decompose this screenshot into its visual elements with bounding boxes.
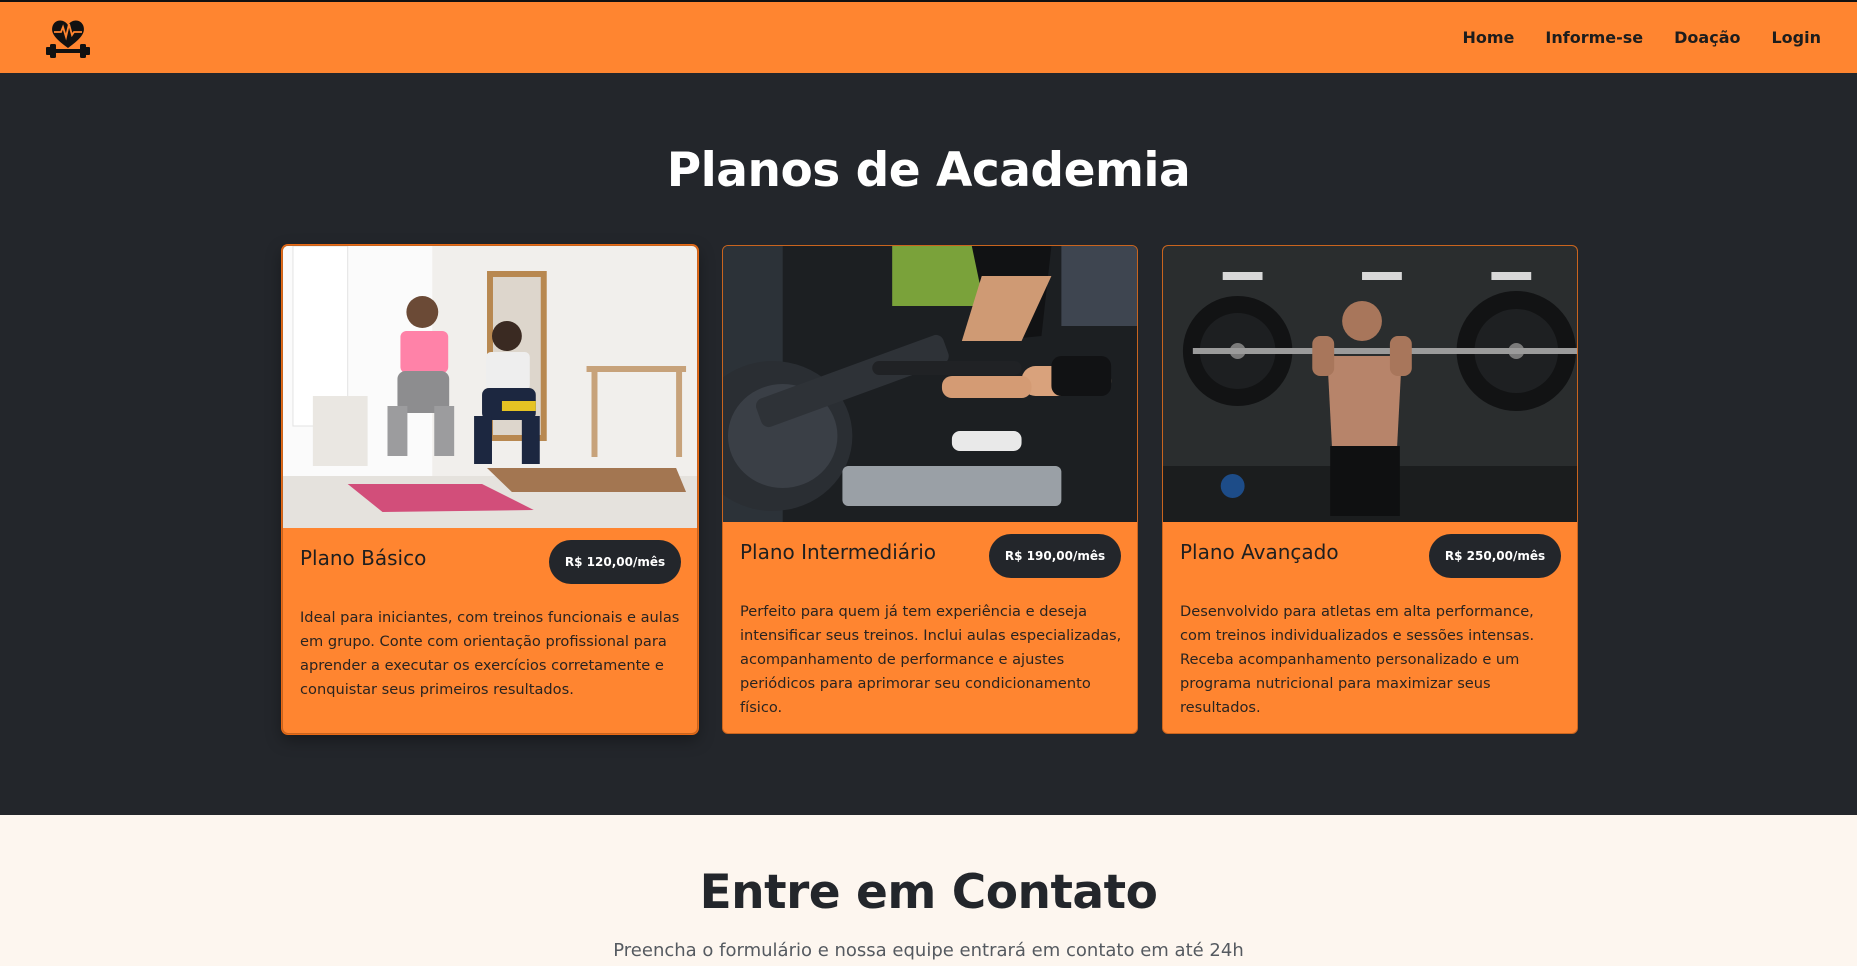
man-lifting-barbell-photo (1163, 246, 1577, 522)
plan-card-intermediario[interactable]: Plano Intermediário R$ 190,00/mês Perfei… (722, 245, 1138, 734)
nav-link-informe-se[interactable]: Informe-se (1545, 28, 1643, 47)
nav-link-login[interactable]: Login (1771, 28, 1821, 47)
plan-description: Desenvolvido para atletas em alta perfor… (1180, 603, 1535, 716)
plan-name: Plano Intermediário (740, 540, 937, 564)
plan-description: Ideal para iniciantes, com treinos funci… (300, 609, 680, 698)
plan-name: Plano Básico (300, 546, 427, 570)
contact-section: Entre em Contato Preencha o formulário e… (0, 815, 1857, 966)
woman-and-child-squatting-photo (283, 246, 697, 528)
nav-link-doacao[interactable]: Doação (1674, 28, 1740, 47)
contact-title: Entre em Contato (699, 865, 1158, 920)
price-button[interactable]: R$ 190,00/mês (989, 534, 1121, 578)
woman-rowing-machine-photo (723, 246, 1137, 522)
plans-section: Planos de Academia Plano Básico R$ 120,0… (0, 73, 1857, 815)
price-button[interactable]: R$ 120,00/mês (549, 540, 681, 584)
contact-subtitle: Preencha o formulário e nossa equipe ent… (613, 940, 1244, 961)
plan-card-basico[interactable]: Plano Básico R$ 120,00/mês Ideal para in… (282, 245, 698, 734)
plan-description: Perfeito para quem já tem experiência e … (740, 603, 1122, 716)
plans-title: Planos de Academia (666, 143, 1191, 198)
nav-menu: Home Informe-se Doação Login (1463, 28, 1822, 47)
price-button[interactable]: R$ 250,00/mês (1429, 534, 1561, 578)
plan-name: Plano Avançado (1180, 540, 1339, 564)
nav-link-home[interactable]: Home (1463, 28, 1515, 47)
navbar: Home Informe-se Doação Login (0, 0, 1857, 73)
heart-dumbbell-logo-icon[interactable] (44, 14, 92, 62)
plan-card-avancado[interactable]: Plano Avançado R$ 250,00/mês Desenvolvid… (1162, 245, 1578, 734)
